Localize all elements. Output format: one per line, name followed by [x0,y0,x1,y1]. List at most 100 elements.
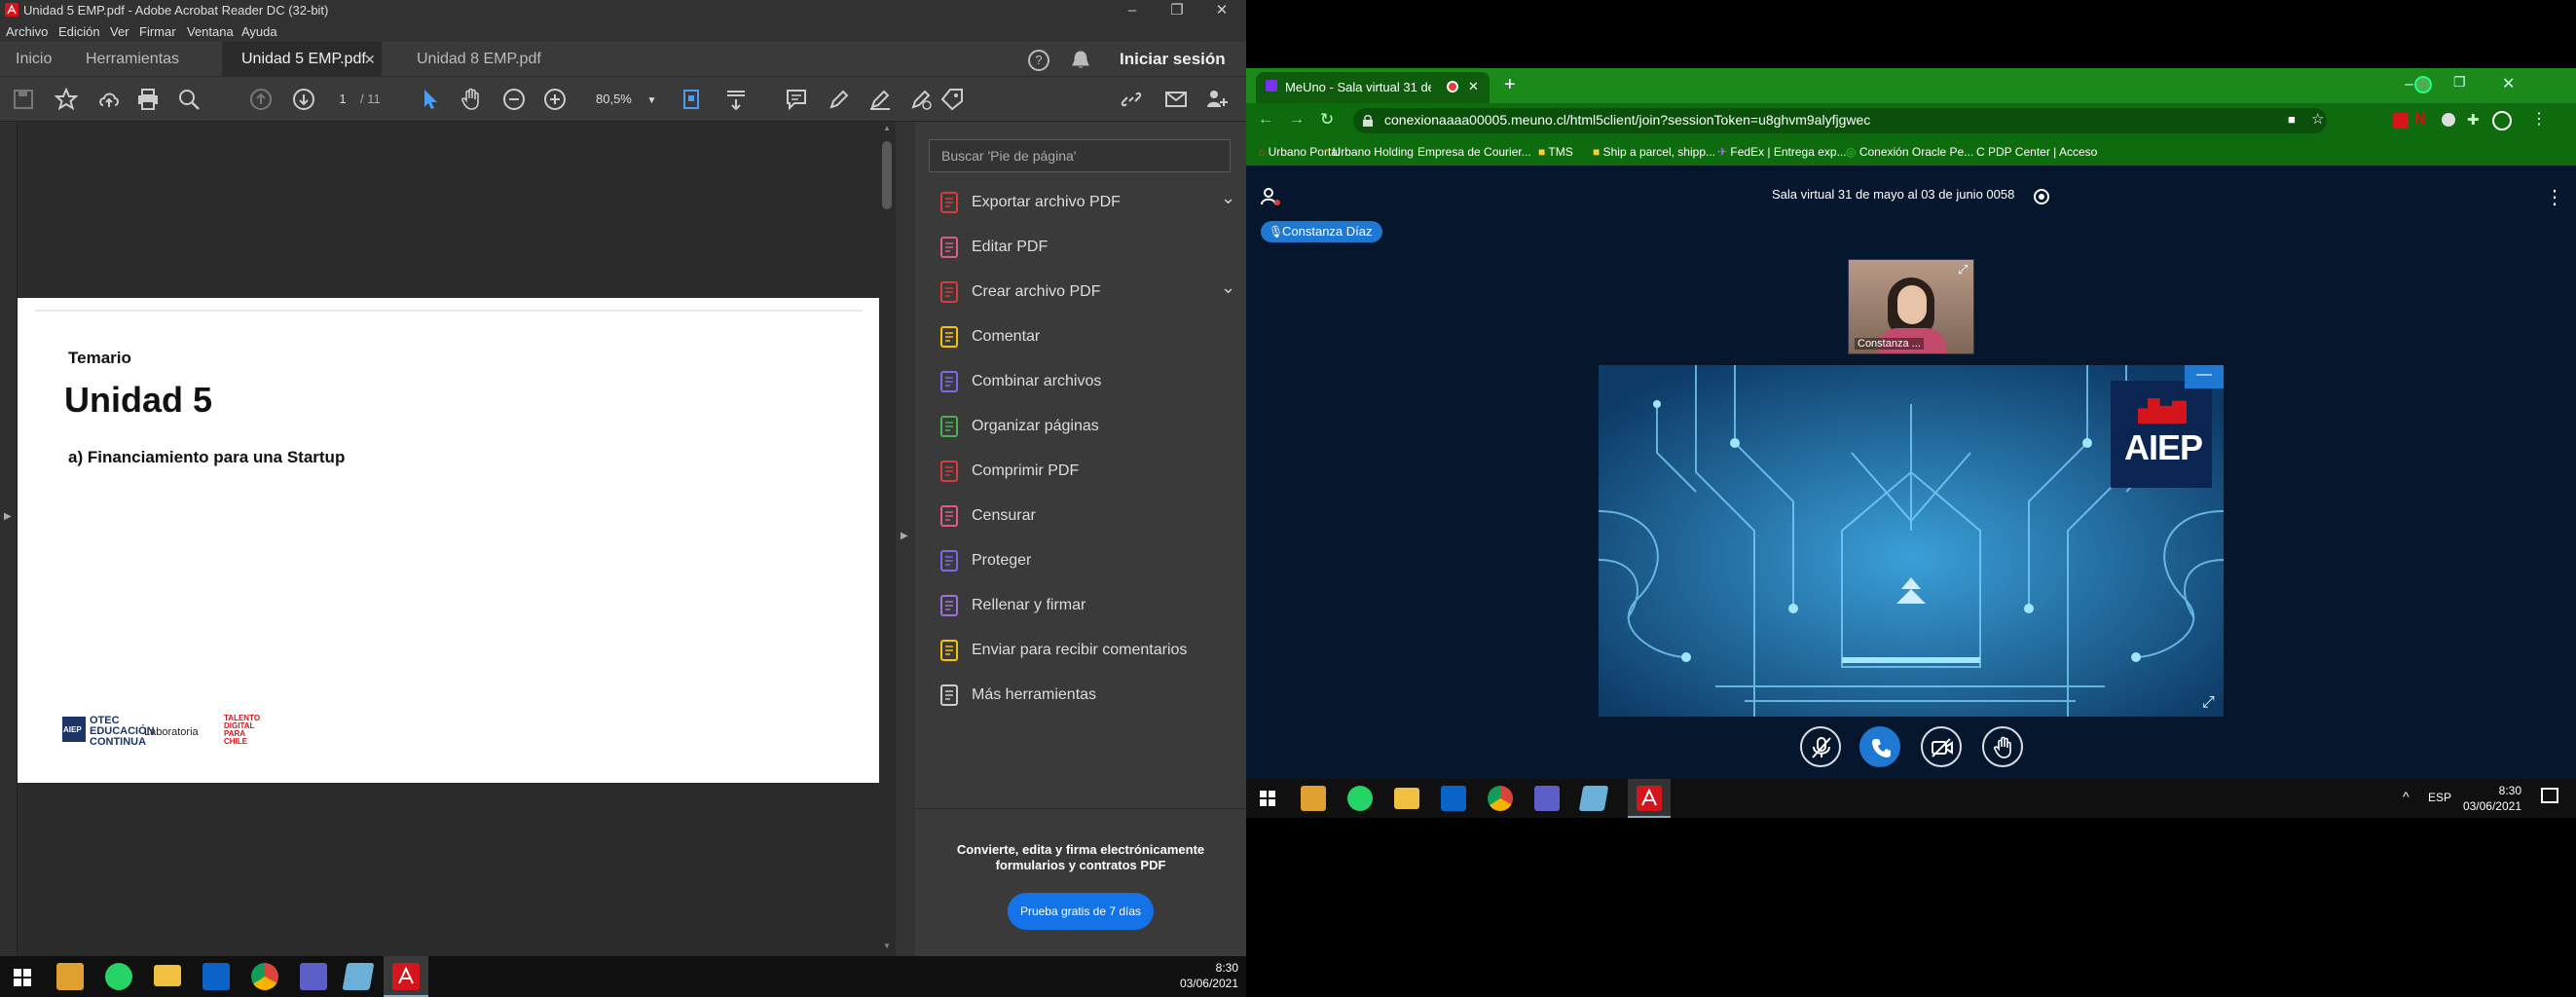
taskbar-acrobat-active[interactable] [384,956,428,997]
whatsapp-icon[interactable] [105,963,132,990]
new-tab-button[interactable]: + [1504,74,1516,96]
whatsapp-icon[interactable] [1347,786,1373,811]
extension-circle-icon[interactable] [2442,113,2455,127]
tool-item[interactable]: Proteger [938,546,1240,575]
meeting-options-icon[interactable]: ⋮ [2545,185,2564,209]
puzzle-extensions-icon[interactable]: ✚ [2467,111,2480,129]
file-explorer-icon[interactable] [154,965,181,986]
taskbar-clock[interactable]: 8:30 03/06/2021 [2459,783,2521,814]
share-webcam-button[interactable] [1921,726,1962,767]
bookmark-tms[interactable]: ■ TMS [1538,145,1573,159]
bookmark-ship-parcel[interactable]: ■ Ship a parcel, shipp... [1593,145,1715,159]
hand-tool-icon[interactable] [460,88,483,111]
zoom-in-icon[interactable] [543,88,567,111]
tab-doc-unidad5[interactable]: Unidad 5 EMP.pdf ✕ [222,42,382,77]
bookmark-pdp-center[interactable]: C PDP Center | Acceso [1976,145,2097,159]
taskbar-acrobat-active[interactable] [1628,779,1671,818]
chevron-down-icon[interactable]: ⌄ [1221,188,1235,208]
bookmark-star-icon[interactable]: ☆ [2311,110,2324,128]
users-list-icon[interactable] [1260,187,1283,208]
free-trial-button[interactable]: Prueba gratis de 7 días [1008,893,1154,930]
tool-item[interactable]: Combinar archivos [938,367,1240,396]
bookmark-fedex[interactable]: ✈ FedEx | Entrega exp... [1717,145,1847,159]
save-icon[interactable] [12,88,35,111]
menu-firmar[interactable]: Firmar [139,24,176,39]
document-scrollbar[interactable]: ▲ ▼ [880,122,894,956]
notifications-icon[interactable] [2541,788,2558,803]
teams-icon[interactable] [300,963,327,990]
notepad-icon[interactable] [1578,786,1609,811]
scroll-down-icon[interactable]: ▼ [883,942,891,950]
tool-item[interactable]: Enviar para recibir comentarios [938,636,1240,665]
recording-status-icon[interactable] [2034,189,2049,204]
tool-item[interactable]: Editar PDF [938,233,1240,262]
link-edit-icon[interactable] [1120,88,1143,111]
zoom-out-icon[interactable] [502,88,526,111]
zoom-level-select[interactable]: 80,5% ▼ [596,87,656,114]
profile-badge-icon[interactable] [2414,76,2432,93]
comment-tool-icon[interactable] [785,88,808,111]
tool-item[interactable]: Rellenar y firmar [938,591,1240,620]
reload-icon[interactable]: ↻ [1320,110,1334,129]
media-player-icon[interactable] [56,963,84,990]
tool-item[interactable]: Comentar [938,322,1240,351]
language-indicator[interactable]: ESP [2428,791,2451,804]
tools-pane-collapse[interactable]: ▶ [896,122,915,956]
tab-close-icon[interactable]: ✕ [1468,79,1479,94]
outlook-icon[interactable] [202,963,230,990]
prev-page-icon[interactable] [249,88,273,111]
browser-menu-icon[interactable]: ⋮ [2531,109,2547,129]
tag-icon[interactable] [940,88,964,111]
fill-sign-tool-icon[interactable] [909,88,933,111]
restore-button[interactable]: ❐ [2453,74,2466,91]
minimize-presentation-button[interactable]: — [2185,365,2224,388]
menu-ayuda[interactable]: Ayuda [241,24,277,39]
page-number-input[interactable]: 1 [331,87,354,112]
chevron-right-icon[interactable]: ▶ [901,531,908,541]
tool-item[interactable]: Censurar [938,501,1240,531]
bookmark-conexion-oracle[interactable]: ◎ Conexión Oracle Pe... [1846,145,1973,159]
share-user-icon[interactable] [1205,88,1229,111]
tool-item[interactable]: Exportar archivo PDF ⌄ [938,188,1240,217]
back-arrow-icon[interactable]: ← [1258,111,1273,129]
acrobat-extension-icon[interactable] [2393,113,2409,129]
taskbar-clock[interactable]: 8:30 03/06/2021 [1168,960,1238,991]
teams-icon[interactable] [1534,786,1560,811]
media-player-icon[interactable] [1301,786,1326,811]
mute-microphone-button[interactable] [1800,726,1841,767]
select-cursor-icon[interactable] [419,88,442,111]
webcam-tile[interactable]: ⤢ Constanza ... [1848,259,1974,354]
minimize-button[interactable]: – [2405,76,2413,93]
camera-permission-icon[interactable]: ■ [2288,112,2296,127]
maximize-button[interactable]: ❐ [1155,0,1199,20]
url-field[interactable]: conexionaaaa00005.meuno.cl/html5client/j… [1353,108,2327,133]
browser-tab-meuno[interactable]: MeUno - Sala virtual 31 de m ✕ [1256,72,1490,103]
tool-item[interactable]: Organizar páginas [938,412,1240,441]
tab-doc-unidad8[interactable]: Unidad 8 EMP.pdf [399,42,545,77]
tools-search-input[interactable]: Buscar 'Pie de página' [929,139,1231,172]
notepad-icon[interactable] [342,963,375,990]
tab-inicio[interactable]: Inicio [16,42,52,77]
chrome-icon[interactable] [1488,786,1513,811]
windows-start-icon[interactable] [14,969,31,986]
zoom-search-icon[interactable] [177,88,201,111]
chrome-icon[interactable] [251,963,278,990]
highlight-pen-icon[interactable] [828,88,851,111]
close-browser-button[interactable]: ✕ [2502,74,2515,93]
page-view-icon[interactable] [681,88,705,111]
star-icon[interactable] [55,88,78,111]
expand-icon[interactable]: ⤢ [1958,262,1968,277]
scroll-mode-icon[interactable] [724,88,748,111]
tool-item[interactable]: Más herramientas [938,681,1240,710]
help-icon[interactable]: ? [1028,50,1049,71]
tool-item[interactable]: Crear archivo PDF ⌄ [938,277,1240,307]
draw-sign-icon[interactable] [868,88,892,111]
forward-arrow-icon[interactable]: → [1289,111,1305,129]
sign-in-button[interactable]: Iniciar sesión [1120,42,1226,77]
print-icon[interactable] [136,88,160,111]
chevron-down-icon[interactable]: ⌄ [1221,277,1235,298]
menu-ventana[interactable]: Ventana [187,24,234,39]
windows-start-icon[interactable] [1260,791,1275,806]
bookmark-empresa-courier[interactable]: Empresa de Courier... [1417,145,1531,159]
file-explorer-icon[interactable] [1394,788,1419,809]
